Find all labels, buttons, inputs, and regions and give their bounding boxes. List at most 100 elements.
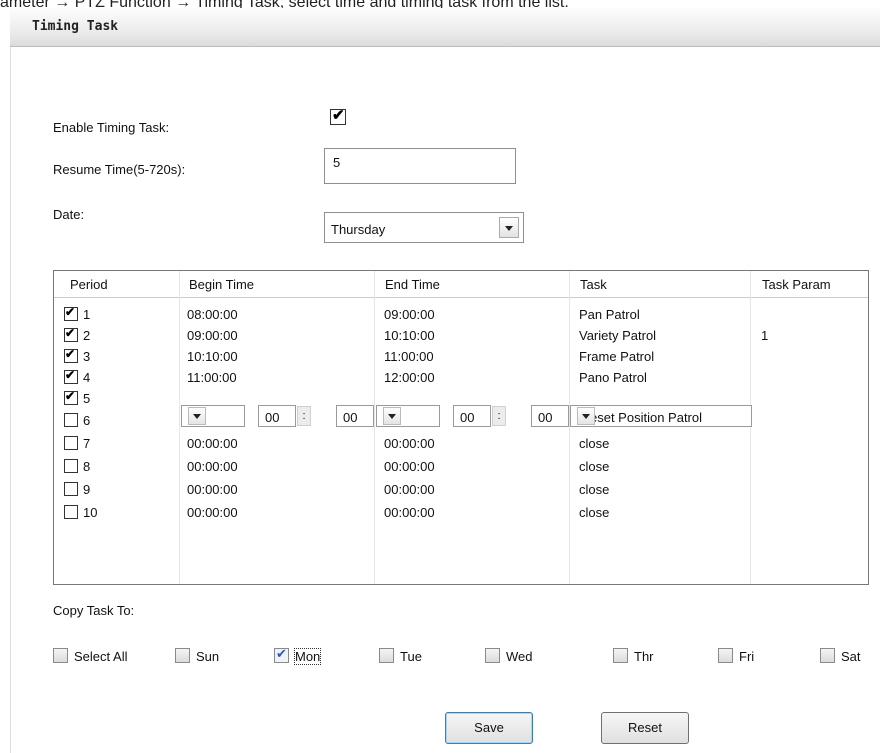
table-header: Period Begin Time End Time Task Task Par… — [54, 271, 868, 298]
chevron-down-icon[interactable] — [577, 407, 595, 425]
begin-second-input[interactable]: 00 — [336, 405, 374, 427]
table-row[interactable]: 7 00:00:00 00:00:00 close — [54, 434, 868, 454]
title-bar: Timing Task — [10, 8, 880, 47]
copy-day-label: Thr — [634, 649, 654, 664]
period-cell: 10 — [83, 505, 98, 520]
period-checkbox[interactable] — [64, 482, 78, 496]
period-checkbox[interactable] — [64, 368, 78, 384]
task-cell: close — [579, 436, 610, 451]
copy-select-all-checkbox[interactable] — [53, 648, 68, 663]
save-button[interactable]: Save — [445, 712, 533, 744]
end-time-cell: 00:00:00 — [384, 436, 435, 451]
begin-time-cell: 00:00:00 — [187, 459, 238, 474]
begin-minute-input[interactable]: 00 — [258, 405, 296, 427]
period-checkbox[interactable] — [64, 413, 78, 427]
copy-day-label: Fri — [739, 649, 755, 664]
begin-time-cell: 09:00:00 — [187, 328, 238, 343]
copy-day-label: Sat — [841, 649, 861, 664]
period-checkbox[interactable] — [64, 305, 78, 321]
end-second-value: 00 — [538, 410, 553, 425]
end-minute-value: 00 — [460, 410, 475, 425]
task-cell: close — [579, 505, 610, 520]
task-select[interactable]: Preset Position Patrol — [570, 405, 752, 427]
begin-second-value: 00 — [343, 410, 358, 425]
end-time-cell: 11:00:00 — [384, 349, 434, 364]
begin-time-cell: 00:00:00 — [187, 505, 238, 520]
copy-tue-checkbox[interactable] — [379, 648, 394, 663]
copy-day-label: Sun — [196, 649, 220, 664]
header-task: Task — [580, 277, 607, 292]
date-select-value: Thursday — [331, 222, 386, 237]
table-row[interactable]: 4 11:00:00 12:00:00 Pano Patrol — [54, 368, 868, 388]
period-checkbox[interactable] — [64, 505, 78, 519]
table-row[interactable]: 10 00:00:00 00:00:00 close — [54, 503, 868, 523]
copy-sat-checkbox[interactable] — [820, 648, 835, 663]
table-row[interactable]: 9 00:00:00 00:00:00 close — [54, 480, 868, 500]
table-row[interactable]: 3 10:10:00 11:00:00 Frame Patrol — [54, 347, 868, 367]
copy-mon-checkbox[interactable] — [274, 646, 289, 663]
date-label: Date: — [53, 207, 85, 222]
copy-day-label: Select All — [74, 649, 128, 664]
task-select-value: Preset Position Patrol — [577, 410, 703, 425]
begin-time-cell: 10:10:00 — [187, 349, 238, 364]
header-end-time: End Time — [385, 277, 440, 292]
end-hour-select[interactable]: 13 — [376, 405, 440, 427]
period-cell: 3 — [83, 349, 91, 364]
copy-sun-checkbox[interactable] — [175, 648, 190, 663]
end-second-input[interactable]: 00 — [531, 405, 569, 427]
period-cell: 2 — [83, 328, 91, 343]
reset-button[interactable]: Reset — [601, 712, 689, 744]
copy-thr-checkbox[interactable] — [613, 648, 628, 663]
begin-hour-select[interactable]: 12 — [181, 405, 245, 427]
period-cell: 9 — [83, 482, 91, 497]
copy-wed-checkbox[interactable] — [485, 648, 500, 663]
end-time-cell: 00:00:00 — [384, 482, 435, 497]
end-time-cell: 12:00:00 — [384, 370, 435, 385]
task-cell: Frame Patrol — [579, 349, 655, 364]
period-cell: 8 — [83, 459, 91, 474]
end-time-cell: 00:00:00 — [384, 459, 435, 474]
end-minute-input[interactable]: 00 — [453, 405, 491, 427]
task-cell: close — [579, 459, 610, 474]
chevron-down-icon[interactable] — [499, 217, 519, 238]
copy-fri-checkbox[interactable] — [718, 648, 733, 663]
period-cell: 4 — [83, 370, 91, 385]
chevron-down-icon[interactable] — [383, 407, 401, 425]
task-param-cell: 1 — [761, 328, 769, 343]
period-checkbox[interactable] — [64, 459, 78, 473]
end-time-cell: 00:00:00 — [384, 505, 435, 520]
period-checkbox[interactable] — [64, 326, 78, 342]
period-cell: 1 — [83, 307, 91, 322]
copy-task-label: Copy Task To: — [53, 603, 135, 618]
time-separator: : — [297, 406, 311, 426]
period-checkbox[interactable] — [64, 389, 78, 405]
window-title: Timing Task — [32, 19, 119, 34]
date-select[interactable]: Thursday — [324, 212, 524, 243]
header-period: Period — [70, 277, 108, 292]
table-row[interactable]: 8 00:00:00 00:00:00 close — [54, 457, 868, 477]
task-cell: Pan Patrol — [579, 307, 640, 322]
enable-timing-checkbox[interactable] — [330, 106, 346, 125]
copy-day-label: Mon — [293, 648, 322, 665]
period-cell: 6 — [83, 413, 91, 428]
begin-time-cell: 00:00:00 — [187, 436, 238, 451]
begin-time-cell: 11:00:00 — [187, 370, 237, 385]
resume-time-input[interactable]: 5 — [324, 148, 516, 184]
chevron-down-icon[interactable] — [188, 407, 206, 425]
resume-time-label: Resume Time(5-720s): — [53, 162, 186, 177]
task-cell: close — [579, 482, 610, 497]
enable-timing-label: Enable Timing Task: — [53, 120, 170, 135]
period-checkbox[interactable] — [64, 436, 78, 450]
period-checkbox[interactable] — [64, 347, 78, 363]
begin-time-cell: 08:00:00 — [187, 307, 238, 322]
header-begin-time: Begin Time — [189, 277, 255, 292]
task-cell: Pano Patrol — [579, 370, 647, 385]
period-cell: 7 — [83, 436, 91, 451]
table-row[interactable]: 1 08:00:00 09:00:00 Pan Patrol — [54, 305, 868, 325]
table-row[interactable]: 2 09:00:00 10:10:00 Variety Patrol 1 — [54, 326, 868, 346]
copy-day-label: Tue — [400, 649, 422, 664]
period-cell: 5 — [83, 391, 91, 406]
begin-time-cell: 00:00:00 — [187, 482, 238, 497]
copy-day-label: Wed — [506, 649, 533, 664]
timing-task-table: Period Begin Time End Time Task Task Par… — [53, 270, 869, 585]
